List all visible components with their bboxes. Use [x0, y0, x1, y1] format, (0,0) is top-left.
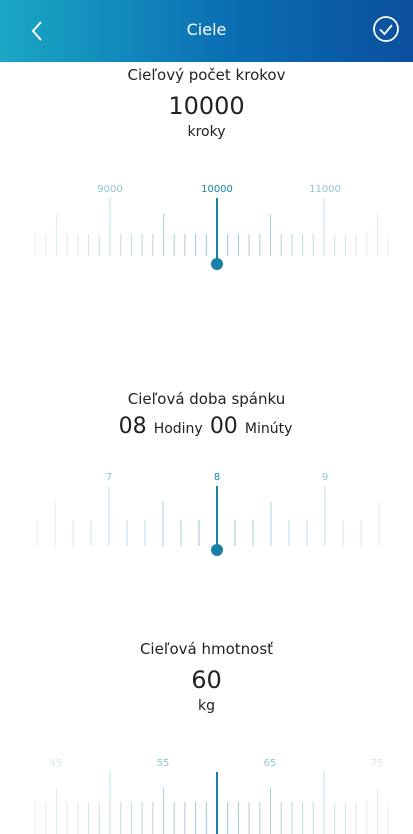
ruler-label-selected: 8 — [214, 472, 220, 483]
ruler-label-faded: 75 — [371, 758, 384, 769]
sleep-minutes-value: 00 — [209, 414, 238, 439]
sleep-hours-label: Hodiny — [153, 421, 203, 437]
weight-goal-title: Cieľová hmotnosť — [139, 640, 274, 658]
ruler-label: 55 — [157, 758, 170, 769]
confirm-button[interactable] — [371, 14, 401, 44]
weight-goal-value: 60 — [191, 666, 222, 694]
weight-goal-unit: kg — [198, 698, 215, 714]
steps-goal-title: Cieľový počet krokov — [127, 66, 286, 84]
app-header: Ciele — [0, 0, 413, 62]
ruler-label-faded: 45 — [50, 758, 63, 769]
sleep-ruler[interactable]: 7 8 9 — [0, 464, 413, 564]
steps-ruler[interactable]: 9000 10000 11000 — [0, 176, 413, 276]
ruler-label: 9 — [322, 472, 328, 483]
weight-ruler[interactable]: 45 55 65 75 — [0, 754, 413, 834]
check-circle-icon — [373, 16, 399, 42]
ruler-label-selected: 10000 — [201, 184, 233, 195]
ruler-label: 65 — [264, 758, 277, 769]
ruler-selection-dot — [211, 258, 223, 270]
page-title: Ciele — [186, 20, 227, 39]
sleep-minutes-label: Minúty — [244, 421, 293, 437]
sleep-goal-title: Cieľová doba spánku — [127, 390, 286, 408]
sleep-goal-value: 08 Hodiny 00 Minúty — [0, 414, 413, 439]
steps-goal-value: 10000 — [168, 92, 245, 120]
sleep-hours-value: 08 — [118, 414, 147, 439]
ruler-label: 9000 — [97, 184, 122, 195]
steps-goal-unit: kroky — [187, 124, 226, 140]
ruler-selection-dot — [211, 544, 223, 556]
ruler-label: 11000 — [309, 184, 341, 195]
ruler-label: 7 — [106, 472, 112, 483]
